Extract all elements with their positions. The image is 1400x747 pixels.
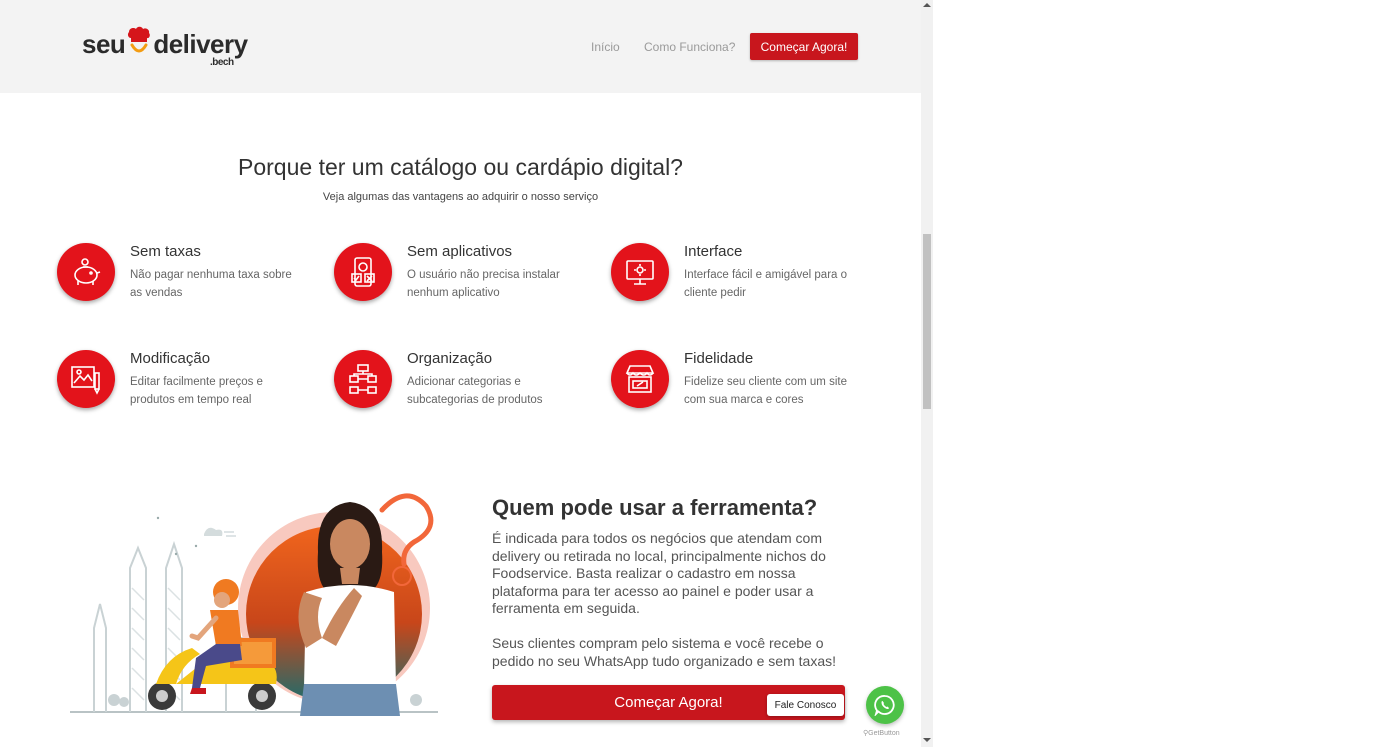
getbutton-label: GetButton (868, 730, 900, 737)
feature-desc: Editar facilmente preços e produtos em t… (130, 376, 263, 406)
monitor-gear-icon (611, 243, 669, 301)
who-paragraph-1: É indicada para todos os negócios que at… (492, 530, 826, 616)
storefront-icon (611, 350, 669, 408)
nav-como-funciona[interactable]: Como Funciona? (644, 40, 735, 54)
feature-title: Interface (684, 243, 743, 260)
feature-modificacao: Modificação Editar facilmente preços e p… (57, 350, 307, 420)
who-title: Quem pode usar a ferramenta? (492, 495, 817, 521)
feature-title: Modificação (130, 350, 211, 367)
vertical-scrollbar[interactable] (921, 0, 933, 747)
scroll-down-arrow-icon[interactable] (923, 738, 931, 742)
section-subtitle: Veja algumas das vantagens ao adquirir o… (322, 191, 599, 203)
who-title-prefix: Quem pode usar a (492, 495, 691, 520)
logo-text-delivery: delivery .bech (153, 24, 248, 68)
logo-suffix: .bech (209, 57, 234, 68)
logo-text-seu: seu (82, 29, 126, 59)
feature-title: Organização (407, 350, 493, 367)
piggy-bank-icon (57, 243, 115, 301)
feature-desc: Interface fácil e amigável para o client… (684, 269, 848, 299)
scroll-up-arrow-icon[interactable] (923, 3, 931, 7)
site-header: seu delivery .bech Início Como Funciona?… (0, 0, 921, 93)
who-paragraph-2: Seus clientes compram pelo sistema e voc… (492, 635, 836, 669)
feature-desc: Fidelize seu cliente com um site com sua… (684, 376, 847, 406)
feature-desc: Adicionar categorias e subcategorias de … (407, 376, 543, 406)
delivery-illustration (66, 488, 442, 716)
feature-desc: O usuário não precisa instalar nenhum ap… (407, 269, 560, 299)
feature-interface: Interface Interface fácil e amigável par… (611, 243, 861, 313)
nav-inicio[interactable]: Início (591, 40, 620, 54)
hierarchy-icon (334, 350, 392, 408)
feature-sem-aplicativos: Sem aplicativos O usuário não precisa in… (334, 243, 584, 313)
feature-fidelidade: Fidelidade Fidelize seu cliente com um s… (611, 350, 861, 420)
feature-sem-taxas: Sem taxas Não pagar nenhuma taxa sobre a… (57, 243, 307, 313)
chef-hat-icon (126, 24, 152, 60)
whatsapp-button[interactable] (866, 686, 904, 724)
feature-desc: Não pagar nenhuma taxa sobre as vendas (130, 269, 292, 299)
image-edit-icon (57, 350, 115, 408)
who-title-bold: ferramenta? (690, 495, 818, 520)
feature-title: Sem taxas (130, 243, 201, 260)
section-title: Porque ter um catálogo ou cardápio digit… (238, 154, 683, 180)
header-start-button[interactable]: Começar Agora! (750, 33, 858, 60)
feature-organizacao: Organização Adicionar categorias e subca… (334, 350, 584, 420)
smartphone-icon (334, 243, 392, 301)
whatsapp-icon (874, 695, 895, 716)
logo[interactable]: seu delivery .bech (82, 24, 248, 68)
page: seu delivery .bech Início Como Funciona?… (0, 0, 921, 747)
scroll-thumb[interactable] (923, 234, 931, 409)
feature-title: Fidelidade (684, 350, 754, 367)
getbutton-credit[interactable]: ⚲GetButton (863, 729, 900, 737)
feature-title: Sem aplicativos (407, 243, 513, 260)
logo-delivery-word: delivery (153, 29, 248, 59)
whatsapp-tooltip[interactable]: Fale Conosco (767, 694, 844, 716)
